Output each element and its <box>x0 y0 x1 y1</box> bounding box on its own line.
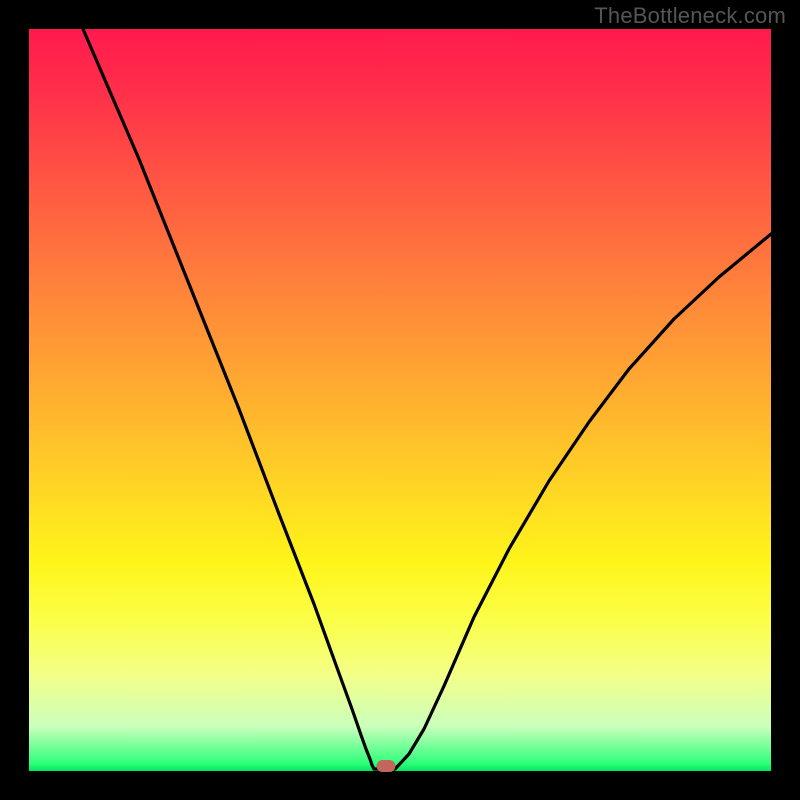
watermark-text: TheBottleneck.com <box>594 3 786 29</box>
chart-frame: TheBottleneck.com <box>0 0 800 800</box>
curve-svg <box>29 29 771 771</box>
minimum-marker <box>377 760 396 772</box>
plot-area <box>29 29 771 771</box>
bottleneck-curve <box>83 29 771 769</box>
